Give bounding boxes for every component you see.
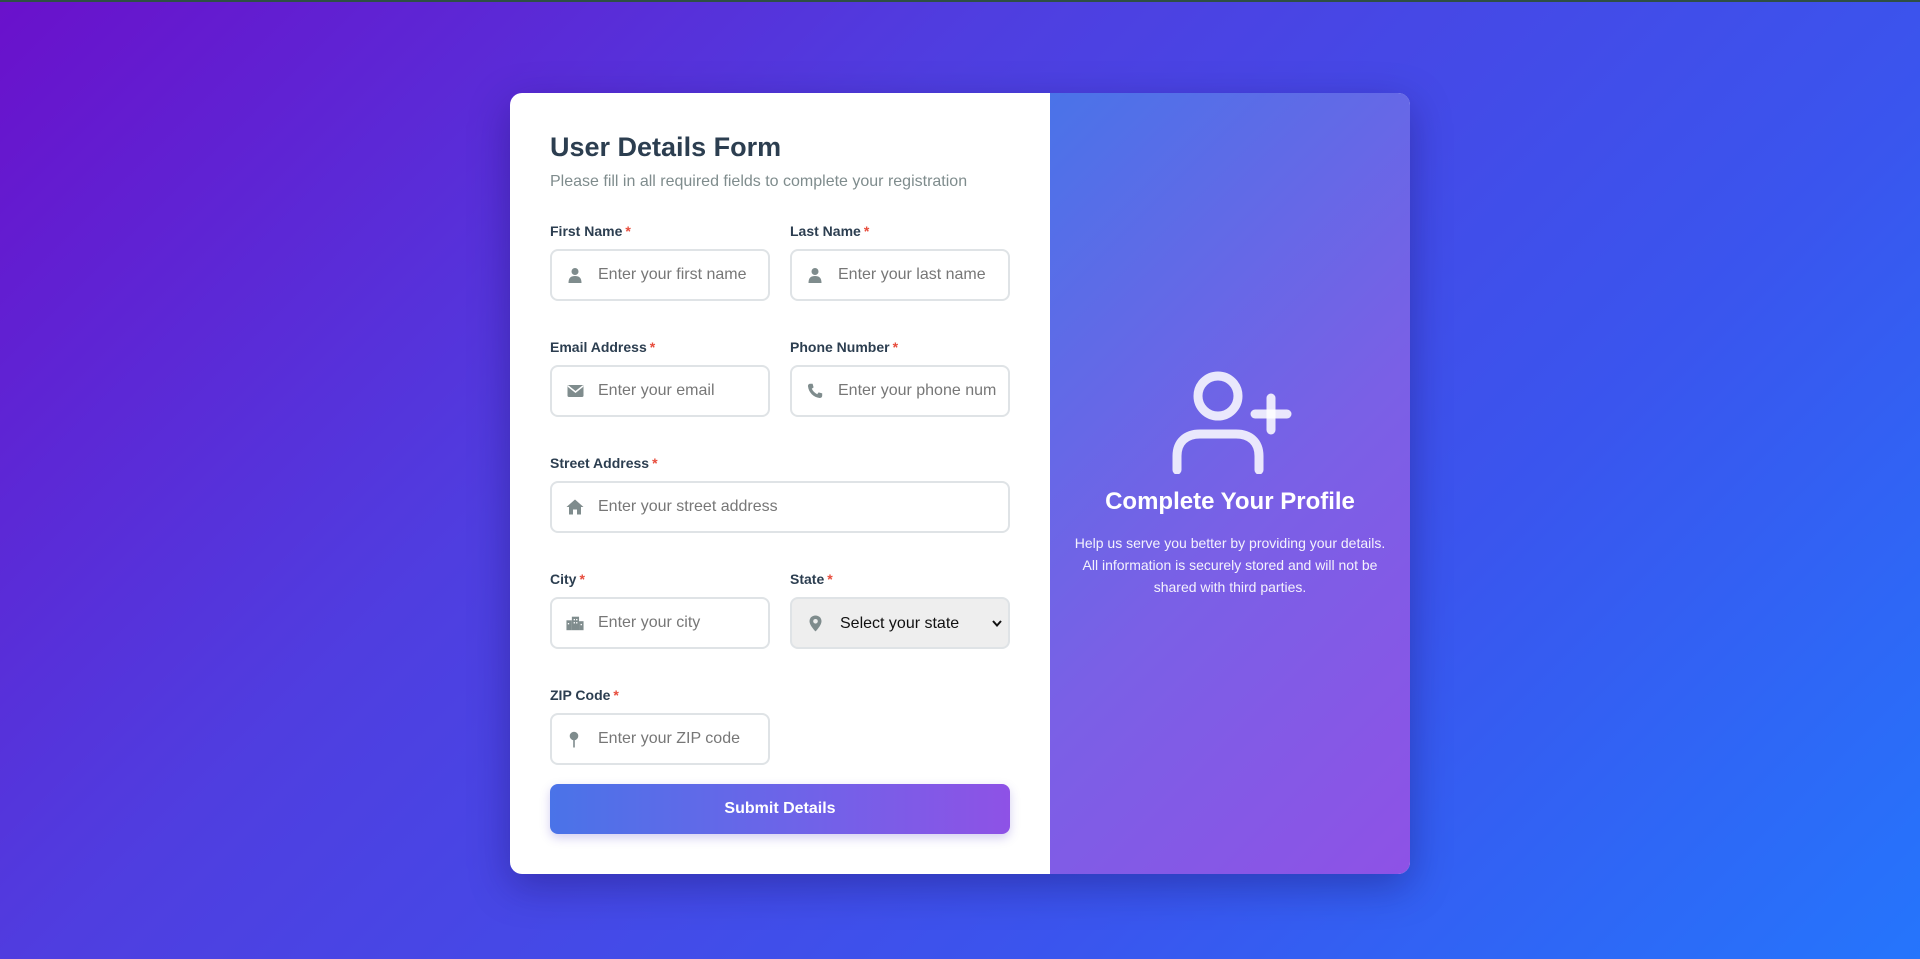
user-plus-icon <box>1168 370 1292 479</box>
user-icon <box>566 266 584 284</box>
form-title: User Details Form <box>550 132 782 162</box>
info-title: Complete Your Profile <box>1105 487 1355 515</box>
email-input-wrap <box>550 365 770 417</box>
envelope-icon <box>566 382 584 400</box>
form-panel: User Details Form Please fill in all req… <box>510 93 1050 874</box>
phone-label: Phone Number * <box>790 339 899 355</box>
info-text: Help us serve you better by providing yo… <box>1074 534 1386 595</box>
last-name-field: Last Name * <box>790 222 1010 301</box>
form-subtitle: Please fill in all required fields to co… <box>550 173 968 190</box>
first-name-field: First Name * <box>550 222 770 301</box>
first-name-input[interactable] <box>552 251 768 299</box>
zip-code-field: ZIP Code * <box>550 686 770 765</box>
required-asterisk: * <box>892 339 899 355</box>
street-address-label: Street Address * <box>550 455 658 471</box>
map-marker-icon <box>806 614 824 632</box>
info-panel: Complete Your Profile Help us serve you … <box>1050 93 1410 874</box>
phone-field: Phone Number * <box>790 338 1010 417</box>
last-name-input[interactable] <box>792 251 1008 299</box>
email-input[interactable] <box>552 367 768 415</box>
required-asterisk: * <box>613 687 619 703</box>
zip-code-label: ZIP Code * <box>550 687 619 703</box>
required-asterisk: * <box>625 223 631 239</box>
state-select[interactable]: Select your state <box>792 599 1008 647</box>
required-asterisk: * <box>649 339 656 355</box>
home-icon <box>566 498 584 516</box>
street-address-input-wrap <box>550 481 1010 533</box>
required-asterisk: * <box>863 223 870 239</box>
map-pin-icon <box>566 730 584 748</box>
registration-card: User Details Form Please fill in all req… <box>510 93 1410 874</box>
submit-details-button[interactable]: Submit Details <box>550 784 1010 834</box>
email-label: Email Address * <box>550 339 656 355</box>
phone-input-wrap <box>790 365 1010 417</box>
required-asterisk: * <box>579 571 585 587</box>
last-name-input-wrap <box>790 249 1010 301</box>
city-label: City * <box>550 571 585 587</box>
building-icon <box>566 614 584 632</box>
user-icon <box>806 266 824 284</box>
phone-icon <box>806 382 824 400</box>
city-input[interactable] <box>552 599 768 647</box>
first-name-input-wrap <box>550 249 770 301</box>
top-border-line <box>0 0 1920 2</box>
first-name-label: First Name * <box>550 223 631 239</box>
city-input-wrap <box>550 597 770 649</box>
required-asterisk: * <box>652 455 658 471</box>
email-field: Email Address * <box>550 338 770 417</box>
state-select-wrap: Select your state <box>790 597 1010 649</box>
zip-code-input[interactable] <box>552 715 768 763</box>
phone-input[interactable] <box>792 367 1008 415</box>
street-address-field: Street Address * <box>550 454 1010 533</box>
city-field: City * <box>550 570 770 649</box>
last-name-label: Last Name * <box>790 223 870 239</box>
zip-code-input-wrap <box>550 713 770 765</box>
required-asterisk: * <box>827 571 833 587</box>
street-address-input[interactable] <box>552 483 1008 531</box>
state-label: State * <box>790 571 833 587</box>
state-field: State * Select your state <box>790 570 1010 649</box>
